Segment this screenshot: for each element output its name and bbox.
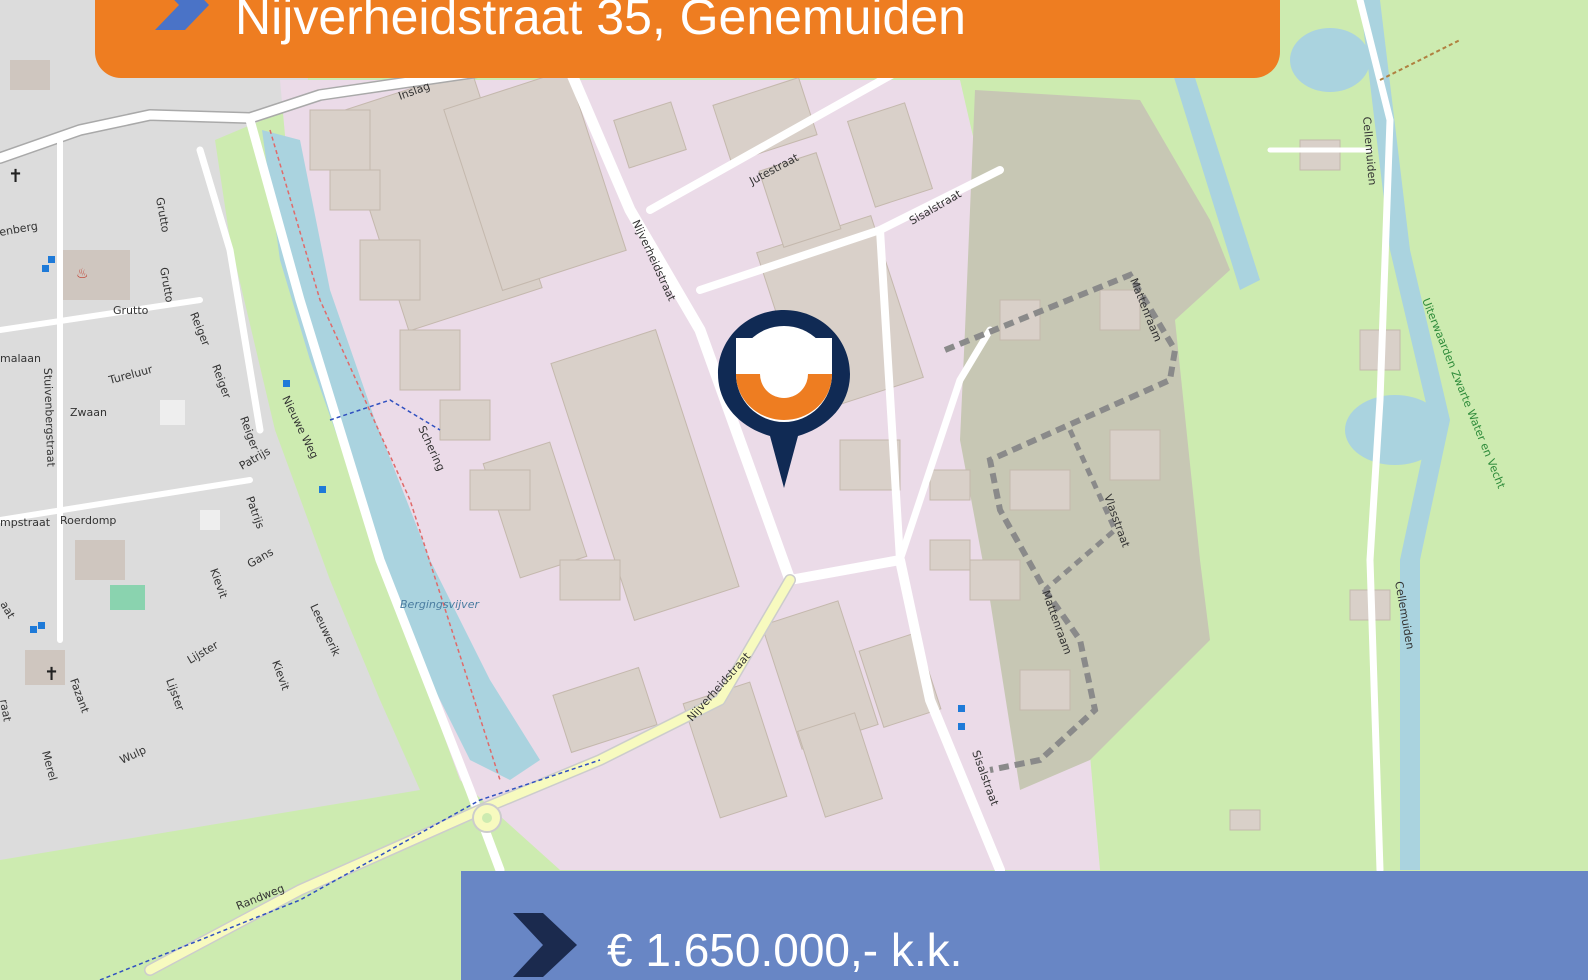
address-banner: Nijverheidstraat 35, Genemuiden [95, 0, 1280, 78]
chevron-icon [155, 0, 209, 30]
church-icon-2: ✝ [44, 664, 59, 685]
label-roerdomp: Roerdomp [60, 514, 116, 527]
label-malaan: malaan [0, 352, 41, 365]
label-bergingsvijver: Bergingsvijver [400, 598, 480, 611]
sports-field [110, 585, 145, 610]
label-grutto-3: Grutto [113, 304, 149, 317]
chevron-right-icon [513, 913, 577, 977]
location-pin-icon[interactable] [716, 308, 852, 490]
pond-north [1290, 28, 1370, 92]
church-icon: ✝ [8, 166, 23, 187]
fire-station-icon: ♨ [76, 266, 89, 282]
label-mpstraat: mpstraat [0, 516, 51, 529]
address-title: Nijverheidstraat 35, Genemuiden [235, 0, 966, 45]
roundabout-center [482, 813, 492, 823]
label-zwaan: Zwaan [70, 406, 107, 419]
price-label: € 1.650.000,- k.k. [607, 924, 963, 976]
pin-accent-top [736, 338, 832, 374]
price-panel: € 1.650.000,- k.k. [461, 871, 1588, 980]
